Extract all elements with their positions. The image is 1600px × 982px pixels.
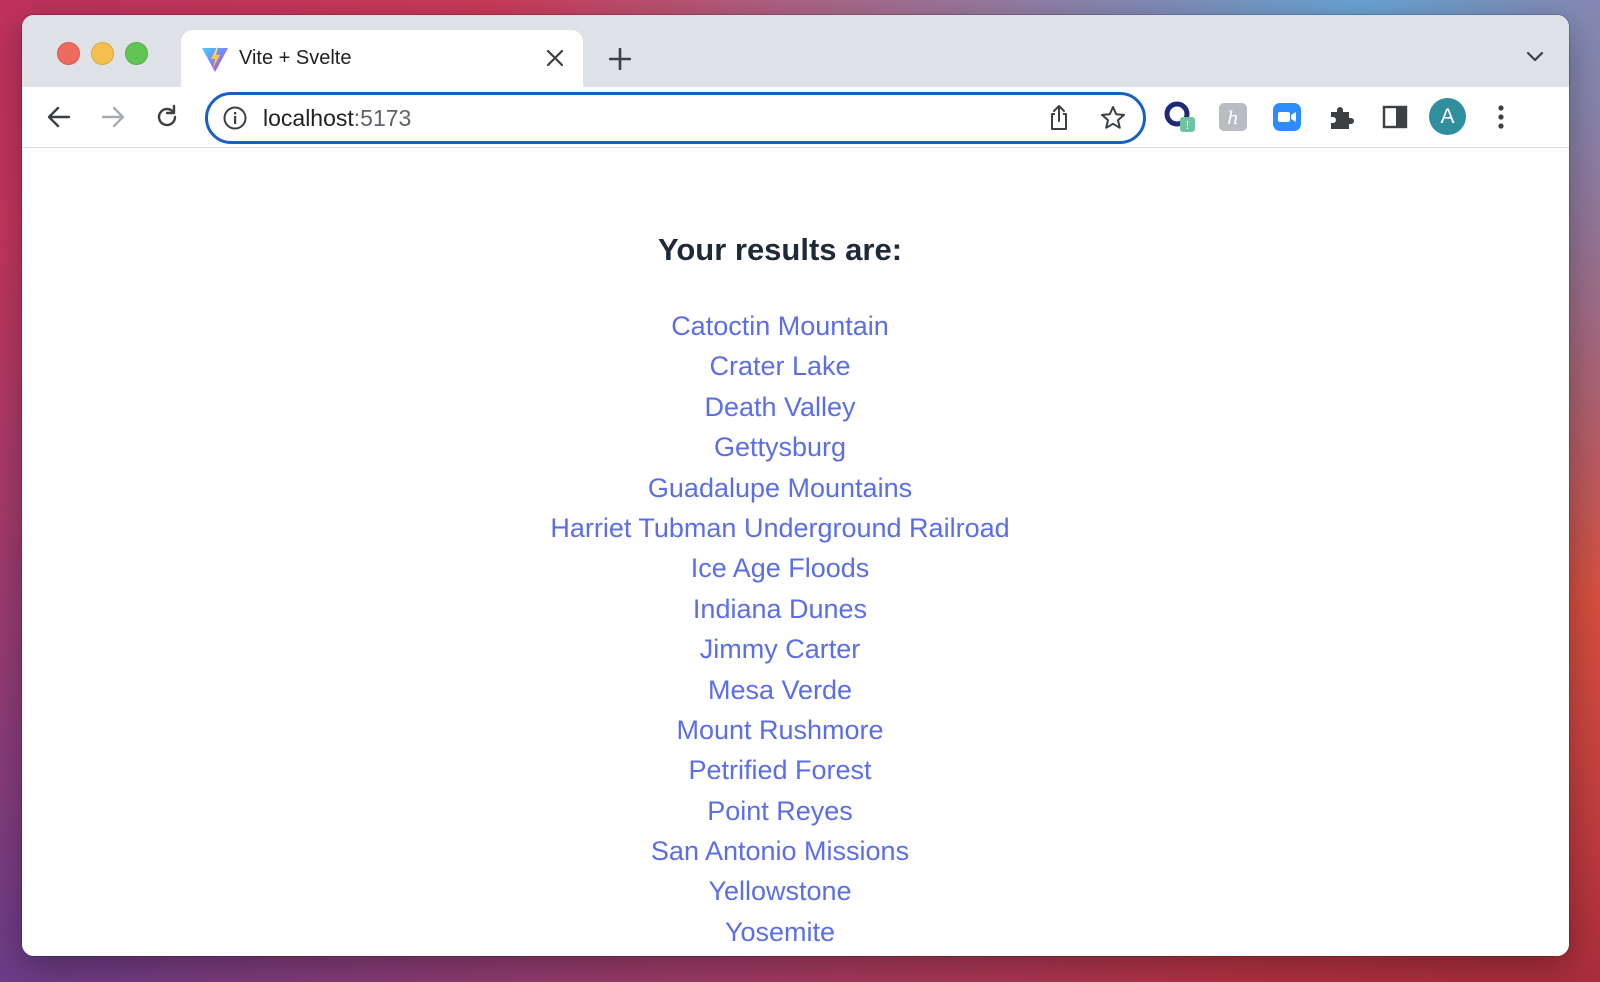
tab-strip: Vite + Svelte xyxy=(22,15,1569,87)
result-link[interactable]: Crater Lake xyxy=(709,351,850,381)
result-link[interactable]: Jimmy Carter xyxy=(700,634,861,664)
list-item: Indiana Dunes xyxy=(22,589,1538,629)
chevron-down-icon xyxy=(1526,51,1544,62)
results-list: Catoctin Mountain Crater Lake Death Valley… xyxy=(22,306,1538,952)
extension-badge-icon[interactable]: ! xyxy=(1162,99,1198,135)
profile-avatar[interactable]: A xyxy=(1429,98,1466,135)
result-link[interactable]: Point Reyes xyxy=(707,796,853,826)
side-panel-icon[interactable] xyxy=(1377,99,1413,135)
result-link[interactable]: San Antonio Missions xyxy=(651,836,909,866)
tab-active[interactable]: Vite + Svelte xyxy=(181,30,583,87)
page-content: Your results are: Catoctin Mountain Crate… xyxy=(22,148,1569,956)
window-minimize-button[interactable] xyxy=(91,42,114,65)
result-link[interactable]: Guadalupe Mountains xyxy=(648,473,912,503)
star-icon[interactable] xyxy=(1099,104,1127,132)
share-icon[interactable] xyxy=(1045,104,1073,132)
url-host: localhost xyxy=(263,105,354,131)
tab-search-button[interactable] xyxy=(1521,43,1549,71)
extension-honey-icon[interactable]: h xyxy=(1215,99,1251,135)
list-item: Crater Lake xyxy=(22,346,1538,386)
list-item: Yellowstone xyxy=(22,871,1538,911)
reload-button[interactable] xyxy=(149,99,185,135)
result-link[interactable]: Petrified Forest xyxy=(688,755,871,785)
result-link[interactable]: Indiana Dunes xyxy=(693,594,867,624)
list-item: Catoctin Mountain xyxy=(22,306,1538,346)
new-tab-button[interactable] xyxy=(600,39,640,79)
svg-text:!: ! xyxy=(1185,119,1189,132)
list-item: Gettysburg xyxy=(22,427,1538,467)
info-icon[interactable] xyxy=(222,105,248,131)
result-link[interactable]: Death Valley xyxy=(704,392,855,422)
page-title: Your results are: xyxy=(657,232,903,267)
list-item: Mesa Verde xyxy=(22,670,1538,710)
result-link[interactable]: Mesa Verde xyxy=(708,675,852,705)
window-close-button[interactable] xyxy=(57,42,80,65)
list-item: Point Reyes xyxy=(22,791,1538,831)
puzzle-icon[interactable] xyxy=(1323,99,1359,135)
result-link[interactable]: Ice Age Floods xyxy=(691,553,870,583)
back-arrow-icon xyxy=(47,106,71,128)
url-text[interactable]: localhost:5173 xyxy=(263,105,411,132)
back-button[interactable] xyxy=(41,99,77,135)
list-item: Harriet Tubman Underground Railroad xyxy=(22,508,1538,548)
svg-text:h: h xyxy=(1227,108,1239,129)
close-icon[interactable] xyxy=(541,44,569,72)
zoom-icon[interactable] xyxy=(1269,99,1305,135)
list-item: Death Valley xyxy=(22,387,1538,427)
result-link[interactable]: Yellowstone xyxy=(708,876,851,906)
result-link[interactable]: Harriet Tubman Underground Railroad xyxy=(550,513,1009,543)
list-item: Petrified Forest xyxy=(22,750,1538,790)
list-item: Guadalupe Mountains xyxy=(22,468,1538,508)
result-link[interactable]: Catoctin Mountain xyxy=(671,311,889,341)
reload-icon xyxy=(157,104,177,127)
result-link[interactable]: Mount Rushmore xyxy=(676,715,883,745)
toolbar: localhost:5173 ! h A xyxy=(22,87,1569,148)
list-item: Mount Rushmore xyxy=(22,710,1538,750)
browser-window: Vite + Svelte localhost:5173 ! h A Your … xyxy=(22,15,1569,956)
list-item: Yosemite xyxy=(22,912,1538,952)
forward-arrow-icon xyxy=(101,106,125,128)
list-item: Jimmy Carter xyxy=(22,629,1538,669)
result-link[interactable]: Yosemite xyxy=(725,917,835,947)
forward-button[interactable] xyxy=(95,99,131,135)
plus-icon xyxy=(609,48,631,70)
url-port: :5173 xyxy=(353,105,412,131)
list-item: Ice Age Floods xyxy=(22,548,1538,588)
window-maximize-button[interactable] xyxy=(125,42,148,65)
tab-title: Vite + Svelte xyxy=(239,47,352,69)
list-item: San Antonio Missions xyxy=(22,831,1538,871)
vite-logo-icon xyxy=(200,44,230,74)
address-bar[interactable]: localhost:5173 xyxy=(205,92,1146,144)
more-vert-icon[interactable] xyxy=(1483,99,1519,135)
result-link[interactable]: Gettysburg xyxy=(714,432,846,462)
